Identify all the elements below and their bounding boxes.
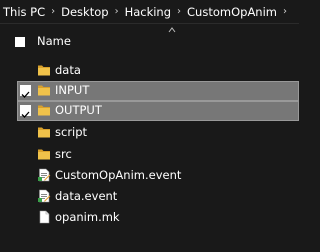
breadcrumb-chevron-icon[interactable]: › bbox=[279, 6, 291, 17]
breadcrumb-item-desktop[interactable]: Desktop bbox=[59, 5, 110, 19]
breadcrumb: This PC › Desktop › Hacking › CustomOpAn… bbox=[0, 0, 299, 24]
file-name: src bbox=[55, 147, 72, 161]
check-icon bbox=[21, 111, 30, 118]
folder-icon bbox=[38, 105, 50, 116]
breadcrumb-chevron-icon[interactable]: › bbox=[173, 6, 185, 17]
name-column-header[interactable]: Name bbox=[37, 34, 71, 48]
row-checkbox[interactable] bbox=[20, 105, 31, 118]
list-item-src[interactable]: src bbox=[17, 145, 299, 165]
list-item-data[interactable]: data bbox=[17, 61, 299, 81]
select-all-checkbox[interactable] bbox=[15, 37, 25, 47]
file-name: script bbox=[55, 125, 88, 139]
check-icon bbox=[21, 91, 30, 98]
breadcrumb-item-customopanim[interactable]: CustomOpAnim bbox=[185, 5, 279, 19]
sort-ascending-icon bbox=[168, 27, 176, 33]
breadcrumb-chevron-icon[interactable]: › bbox=[111, 6, 123, 17]
list-item-output[interactable]: OUTPUT bbox=[17, 101, 299, 121]
file-name: OUTPUT bbox=[55, 103, 102, 117]
event-file-icon bbox=[38, 168, 51, 182]
file-name: CustomOpAnim.event bbox=[55, 168, 182, 182]
breadcrumb-item-this-pc[interactable]: This PC bbox=[0, 5, 47, 19]
file-name: INPUT bbox=[55, 83, 90, 97]
list-item-script[interactable]: script bbox=[17, 123, 299, 143]
folder-icon bbox=[38, 127, 50, 138]
folder-icon bbox=[38, 149, 50, 160]
list-item-opanim-mk[interactable]: opanim.mk bbox=[17, 208, 299, 228]
column-header: Name bbox=[0, 24, 299, 62]
breadcrumb-item-hacking[interactable]: Hacking bbox=[123, 5, 173, 19]
row-checkbox[interactable] bbox=[20, 85, 31, 98]
folder-icon bbox=[38, 65, 50, 76]
file-name: data bbox=[55, 63, 81, 77]
file-name: opanim.mk bbox=[55, 210, 120, 224]
list-item-input[interactable]: INPUT bbox=[17, 81, 299, 101]
folder-icon bbox=[38, 85, 50, 96]
breadcrumb-chevron-icon[interactable]: › bbox=[47, 6, 59, 17]
event-file-icon bbox=[38, 189, 51, 203]
list-item-customopanim-event[interactable]: CustomOpAnim.event bbox=[17, 166, 299, 186]
file-name: data.event bbox=[55, 189, 118, 203]
blank-file-icon bbox=[39, 210, 50, 224]
list-item-data-event[interactable]: data.event bbox=[17, 187, 299, 207]
